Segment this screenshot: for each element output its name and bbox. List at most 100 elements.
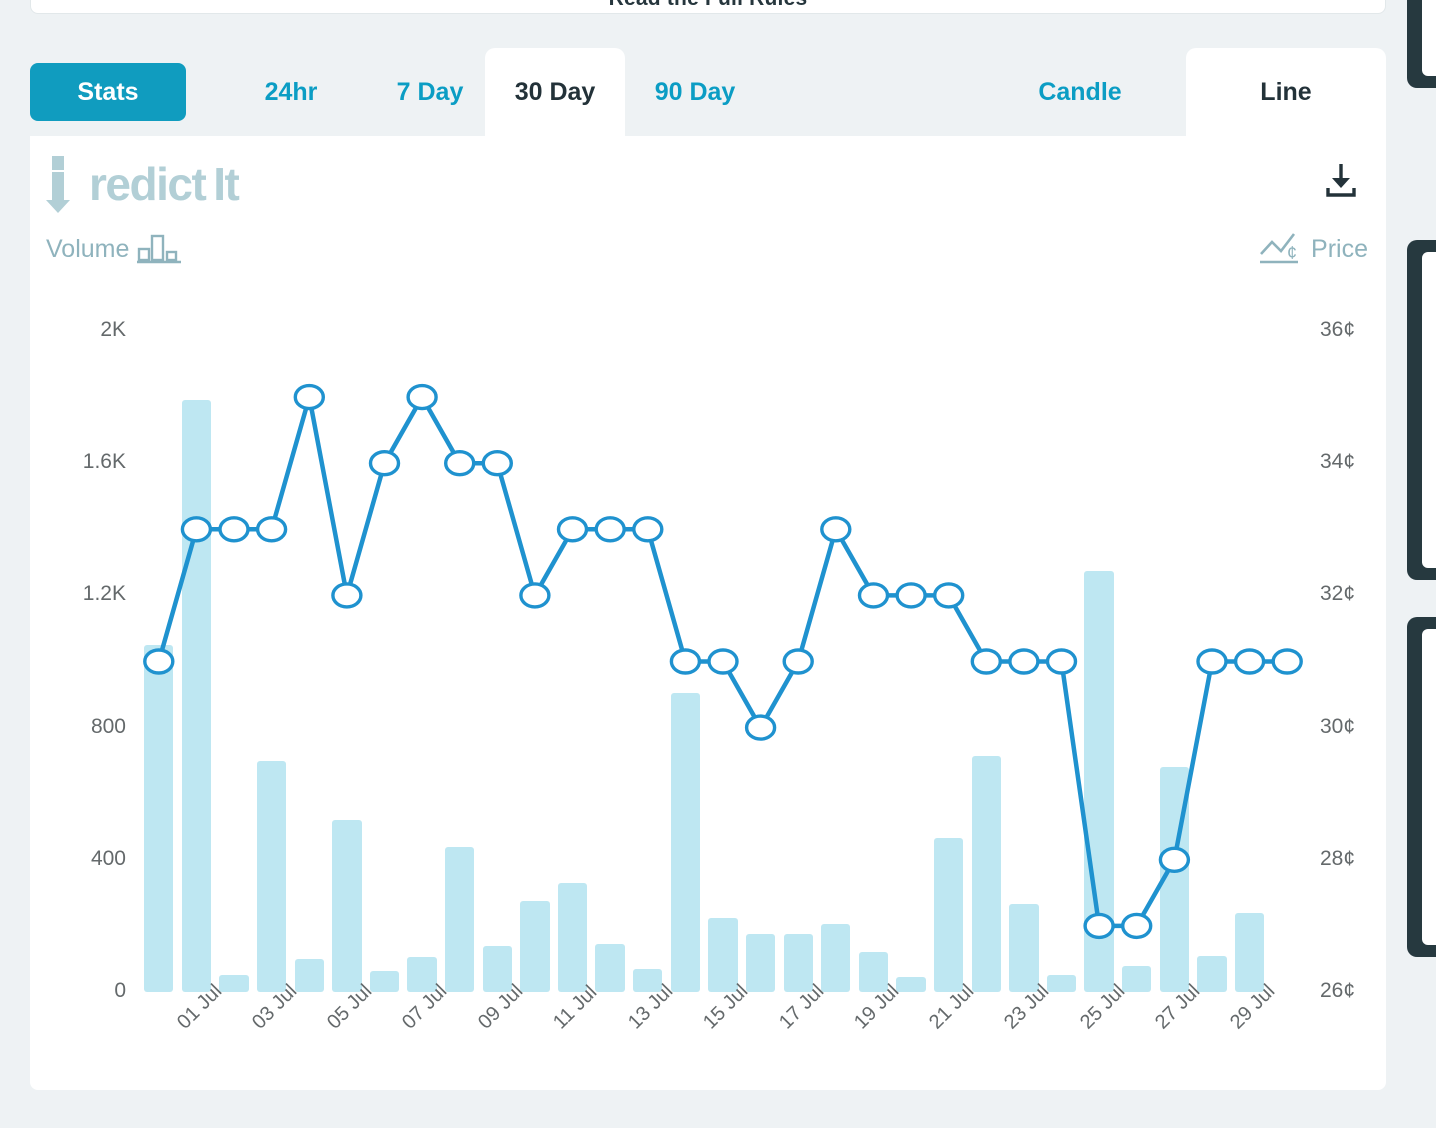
price-data-point[interactable]: [634, 518, 662, 541]
sidebar-card-1-inner: [1422, 0, 1436, 76]
price-data-point[interactable]: [333, 584, 361, 607]
bar-chart-icon: [137, 232, 181, 264]
line-chart-cent-icon: ¢: [1260, 232, 1304, 264]
volume-bar: [821, 924, 850, 992]
price-data-point[interactable]: [747, 716, 775, 739]
volume-bar: [708, 918, 737, 992]
price-data-point[interactable]: [1048, 650, 1076, 673]
x-axis-tick: 01 Jul: [173, 1018, 189, 1034]
volume-bar: [1160, 767, 1189, 992]
x-axis-tick: 15 Jul: [699, 1018, 715, 1034]
volume-bar: [520, 901, 549, 992]
price-data-point[interactable]: [371, 452, 399, 475]
price-data-point[interactable]: [559, 518, 587, 541]
x-axis-tick: 23 Jul: [1000, 1018, 1016, 1034]
volume-bar: [295, 959, 324, 992]
price-data-point[interactable]: [1236, 650, 1264, 673]
svg-text:¢: ¢: [1287, 243, 1297, 263]
volume-bar: [746, 934, 775, 992]
volume-bar: [1084, 571, 1113, 992]
y-axis-left-tick: 1.6K: [83, 450, 126, 474]
x-axis-tick: 25 Jul: [1076, 1018, 1092, 1034]
volume-bar: [934, 838, 963, 992]
sidebar-card-2-inner: [1422, 252, 1436, 568]
tab-candle[interactable]: Candle: [1010, 48, 1150, 136]
volume-bar: [1047, 975, 1076, 992]
price-line-path: [159, 397, 1287, 926]
volume-bar: [1122, 966, 1151, 992]
price-data-point[interactable]: [1085, 914, 1113, 937]
y-axis-right-tick: 36¢: [1320, 318, 1355, 342]
price-data-point[interactable]: [671, 650, 699, 673]
price-data-point[interactable]: [1273, 650, 1301, 673]
y-axis-right-tick: 26¢: [1320, 979, 1355, 1003]
y-axis-right-tick: 28¢: [1320, 847, 1355, 871]
volume-bar: [595, 944, 624, 992]
predictit-logo-watermark: redictIt: [44, 156, 238, 212]
x-axis-tick: 03 Jul: [248, 1018, 264, 1034]
tab-24hr[interactable]: 24hr: [230, 48, 352, 136]
price-data-point[interactable]: [258, 518, 286, 541]
price-data-point[interactable]: [483, 452, 511, 475]
x-axis-tick: 13 Jul: [624, 1018, 640, 1034]
price-data-point[interactable]: [408, 386, 436, 409]
price-data-point[interactable]: [1010, 650, 1038, 673]
tab-line[interactable]: Line: [1186, 48, 1386, 136]
x-axis-tick: 29 Jul: [1226, 1018, 1242, 1034]
price-data-point[interactable]: [182, 518, 210, 541]
volume-bar: [1235, 913, 1264, 992]
price-data-point[interactable]: [860, 584, 888, 607]
price-data-point[interactable]: [145, 650, 173, 673]
tab-stats[interactable]: Stats: [30, 63, 186, 121]
price-data-point[interactable]: [1123, 914, 1151, 937]
tab-30-day[interactable]: 30 Day: [485, 48, 625, 136]
volume-bar: [859, 952, 888, 992]
y-axis-right-tick: 32¢: [1320, 582, 1355, 606]
download-icon[interactable]: [1324, 162, 1358, 200]
volume-bar: [633, 969, 662, 992]
price-data-point[interactable]: [935, 584, 963, 607]
x-axis-tick: 07 Jul: [398, 1018, 414, 1034]
price-data-point[interactable]: [972, 650, 1000, 673]
x-axis-tick: 27 Jul: [1151, 1018, 1167, 1034]
legend-volume-label: Volume: [46, 235, 129, 264]
price-data-point[interactable]: [822, 518, 850, 541]
legend-price[interactable]: ¢ Price: [1260, 232, 1368, 264]
x-axis-tick: 11 Jul: [549, 1018, 565, 1034]
tab-90-day[interactable]: 90 Day: [630, 48, 760, 136]
price-data-point[interactable]: [709, 650, 737, 673]
volume-bar: [257, 761, 286, 992]
volume-bar: [483, 946, 512, 992]
price-data-point[interactable]: [446, 452, 474, 475]
volume-bar: [219, 975, 248, 992]
chart-plot-area: 04008001.2K1.6K2K26¢28¢30¢32¢34¢36¢01 Ju…: [30, 136, 1386, 1090]
volume-bar: [144, 645, 173, 992]
volume-bar: [1009, 904, 1038, 992]
price-data-point[interactable]: [295, 386, 323, 409]
price-data-point[interactable]: [1198, 650, 1226, 673]
price-data-point[interactable]: [784, 650, 812, 673]
y-axis-left-tick: 800: [91, 715, 126, 739]
tab-7-day[interactable]: 7 Day: [370, 48, 490, 136]
price-data-point[interactable]: [1160, 848, 1188, 871]
price-data-point[interactable]: [596, 518, 624, 541]
y-axis-left-tick: 2K: [100, 318, 126, 342]
chart-tab-bar: Stats 24hr 7 Day 30 Day 90 Day Candle Li…: [30, 48, 1386, 136]
rules-card: Read the Full Rules: [30, 0, 1386, 14]
volume-bar: [896, 977, 925, 992]
legend-volume[interactable]: Volume: [46, 232, 181, 264]
volume-bar: [784, 934, 813, 992]
volume-bar: [182, 400, 211, 992]
price-data-point[interactable]: [521, 584, 549, 607]
volume-bar: [558, 883, 587, 992]
volume-bar: [445, 847, 474, 992]
x-axis-tick: 21 Jul: [925, 1018, 941, 1034]
read-full-rules-link[interactable]: Read the Full Rules: [31, 0, 1385, 11]
price-data-point[interactable]: [220, 518, 248, 541]
volume-bar: [671, 693, 700, 992]
volume-bar: [332, 820, 361, 992]
price-line-series: [30, 136, 1386, 1090]
x-axis-tick: 09 Jul: [474, 1018, 490, 1034]
price-data-point[interactable]: [897, 584, 925, 607]
x-axis-tick: 17 Jul: [775, 1018, 791, 1034]
